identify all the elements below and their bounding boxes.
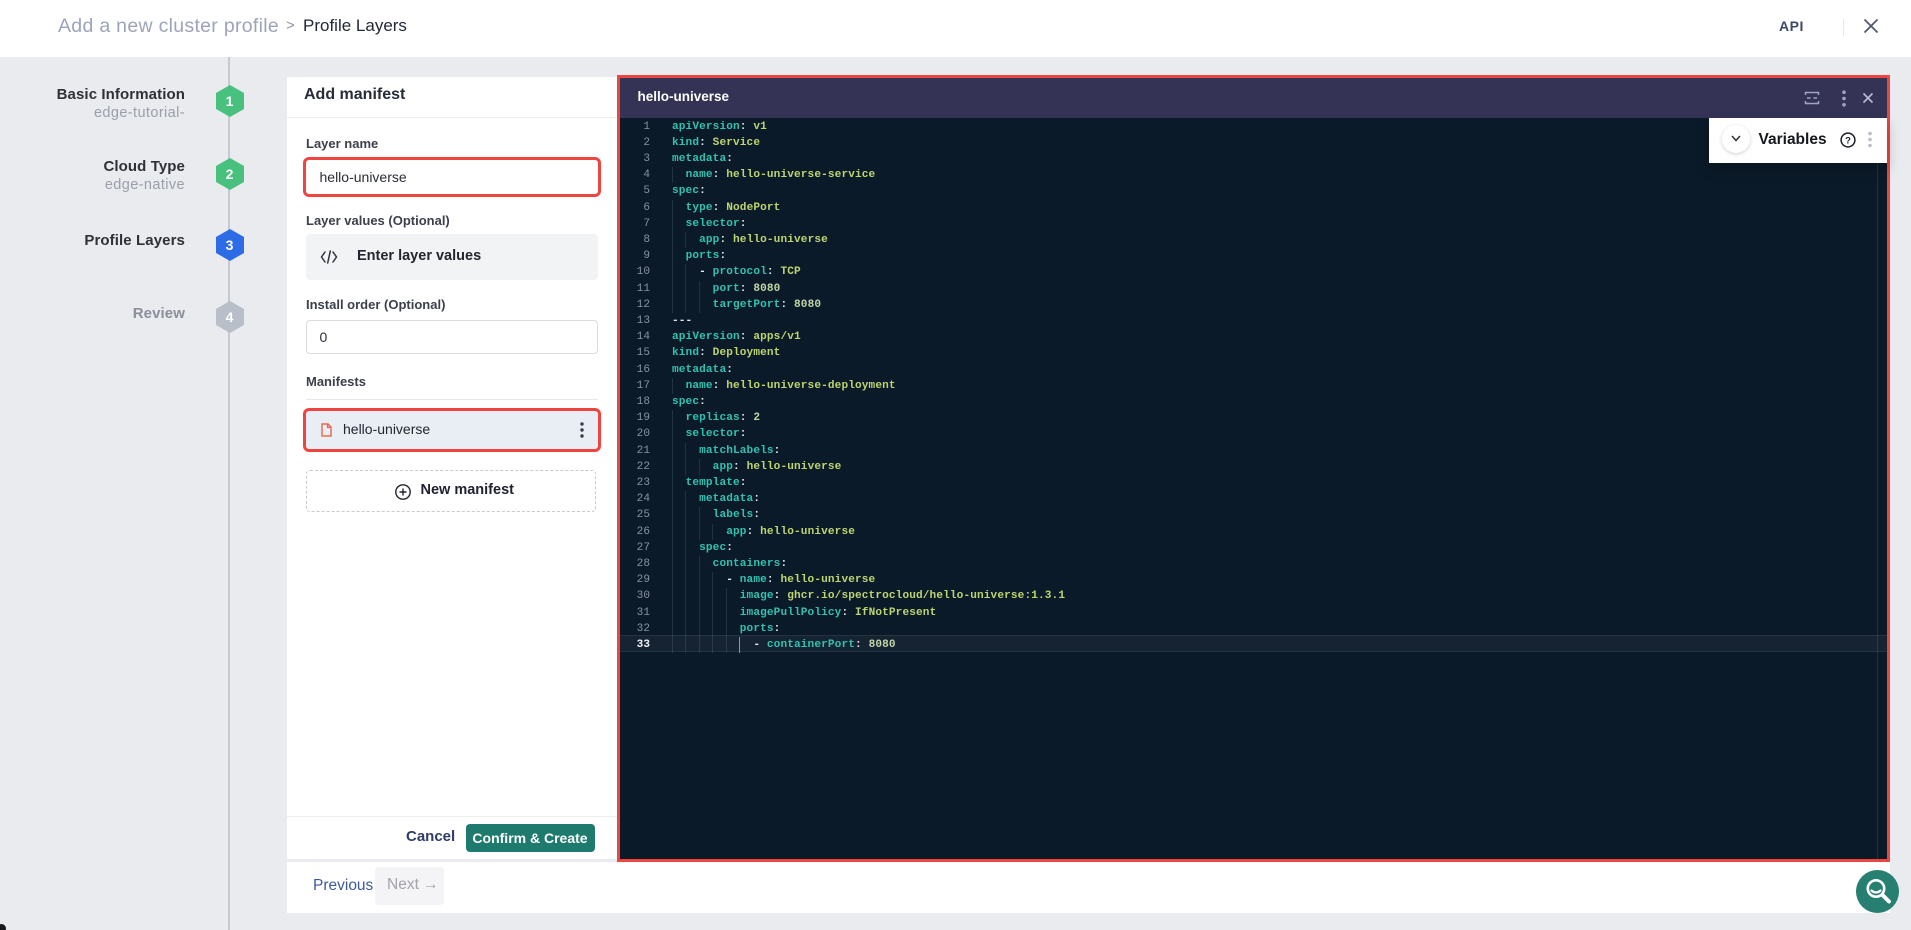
svg-text:?: ? bbox=[1845, 135, 1851, 146]
